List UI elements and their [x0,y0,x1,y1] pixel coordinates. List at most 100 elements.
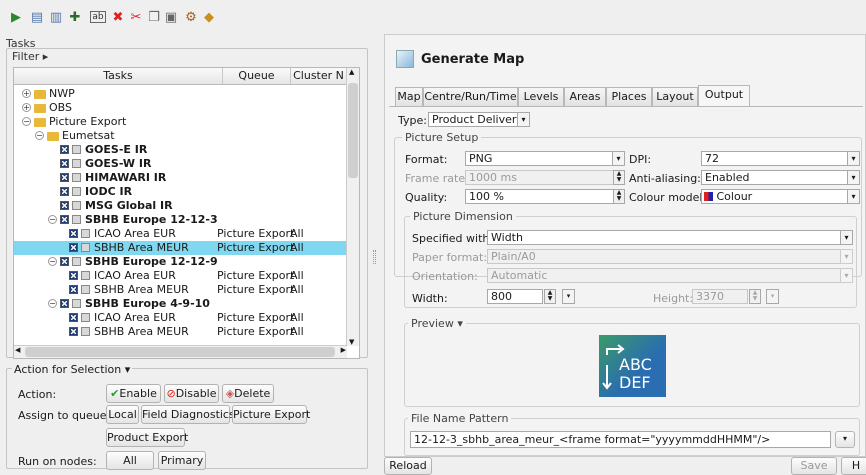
tree-hscrollbar[interactable]: ◀ ▶ [14,345,347,358]
collapse-icon[interactable]: − [48,257,57,266]
rename-icon[interactable]: ab [90,11,106,23]
enabled-checkbox[interactable] [69,285,78,294]
add-task-icon[interactable]: ✚ [67,9,83,25]
scroll-down-icon[interactable]: ▼ [349,338,354,346]
play-icon[interactable]: ▶ [8,9,24,25]
vscroll-thumb[interactable] [348,83,358,178]
reload-button[interactable]: Reload [384,457,432,475]
tree-row[interactable]: IODC IR [14,185,347,199]
tree-row[interactable]: ICAO Area EUR Picture Export All [14,269,347,283]
specified-select[interactable]: Width [487,230,841,245]
tree-row[interactable]: MSG Global IR [14,199,347,213]
filter-toggle[interactable]: Filter ▸ [12,50,48,63]
tools-icon[interactable]: ⚙ [183,9,199,25]
tree-row[interactable]: ICAO Area EUR Picture Export All [14,227,347,241]
filename-menu-button[interactable]: ▾ [835,431,855,448]
tree-row[interactable]: SBHB Area MEUR Picture Export All [14,325,347,339]
format-dropdown-icon[interactable]: ▾ [612,151,625,166]
dpi-select[interactable]: 72 [701,151,848,166]
tab-map[interactable]: Map [395,87,423,106]
scroll-right-icon[interactable]: ▶ [341,346,346,354]
queue-picture-export-button[interactable]: Picture Export [232,405,310,424]
quality-input[interactable]: 100 % [465,189,614,204]
node-all-button[interactable]: All [106,451,154,470]
expand-icon[interactable]: + [22,89,31,98]
quality-spinner-icon[interactable]: ▲ ▼ [613,189,625,204]
antialias-select[interactable]: Enabled [701,170,848,185]
enabled-checkbox[interactable] [60,299,69,308]
enabled-checkbox[interactable] [60,257,69,266]
action-title[interactable]: Action for Selection ▾ [12,363,133,376]
tasks-tree[interactable]: Tasks Queue Cluster N + NWP + OBS − Picture E… [13,67,360,359]
tree-row[interactable]: GOES-E IR [14,143,347,157]
collapse-icon[interactable]: − [35,131,44,140]
scroll-up-icon[interactable]: ▲ [349,68,354,76]
paper-dropdown-icon[interactable]: ▾ [840,249,853,264]
tree-row[interactable]: ICAO Area EUR Picture Export All [14,311,347,325]
enabled-checkbox[interactable] [69,327,78,336]
height-unit-dropdown-icon[interactable]: ▾ [766,289,779,304]
enabled-checkbox[interactable] [69,243,78,252]
h-button[interactable]: H [841,457,866,475]
enabled-checkbox[interactable] [60,159,69,168]
enabled-checkbox[interactable] [69,229,78,238]
framerate-input[interactable]: 1000 ms [465,170,614,185]
enable-button[interactable]: ✔Enable [106,384,161,403]
tree-row[interactable]: SBHB Area MEUR Picture Export All [14,283,347,297]
tree-row[interactable]: GOES-W IR [14,157,347,171]
package-icon[interactable]: ◆ [201,9,217,25]
enabled-checkbox[interactable] [60,173,69,182]
task-list-icon[interactable]: ▤ [29,9,45,25]
width-unit-dropdown-icon[interactable]: ▾ [562,289,575,304]
enabled-checkbox[interactable] [60,215,69,224]
tree-row[interactable]: − SBHB Europe 12-12-3 [14,213,347,227]
splitter-handle[interactable] [373,250,376,264]
tab-levels[interactable]: Levels [518,87,564,106]
col-tasks[interactable]: Tasks [14,68,223,84]
enabled-checkbox[interactable] [60,187,69,196]
orientation-dropdown-icon[interactable]: ▾ [840,268,853,283]
enabled-checkbox[interactable] [60,145,69,154]
filename-input[interactable]: 12-12-3_sbhb_area_meur_<frame format="yy… [410,431,831,448]
width-spinner-icon[interactable]: ▲ ▼ [544,289,556,304]
tree-row[interactable]: − SBHB Europe 12-12-9 [14,255,347,269]
tree-row[interactable]: − Picture Export [14,115,347,129]
copy-icon[interactable]: ❐ [146,9,162,25]
tree-row[interactable]: HIMAWARI IR [14,171,347,185]
preview-toggle[interactable]: Preview ▾ [408,317,466,330]
collapse-icon[interactable]: − [48,215,57,224]
hscroll-thumb[interactable] [25,347,335,357]
enabled-checkbox[interactable] [60,201,69,210]
tree-row[interactable]: − SBHB Europe 4-9-10 [14,297,347,311]
type-select[interactable]: Product Delivery [428,112,518,127]
delete-button[interactable]: ◈Delete [222,384,274,403]
colour-select[interactable]: Colour [701,189,848,204]
format-select[interactable]: PNG [465,151,613,166]
width-input[interactable]: 800 [487,289,543,304]
disable-button[interactable]: ⊘Disable [164,384,219,403]
collapse-icon[interactable]: − [22,117,31,126]
node-primary-button[interactable]: Primary [158,451,206,470]
queue-field-diagnostics-button[interactable]: Field Diagnostics [141,405,235,424]
antialias-dropdown-icon[interactable]: ▾ [847,170,860,185]
tree-vscrollbar[interactable]: ▲ ▼ [346,68,359,346]
expand-icon[interactable]: + [22,103,31,112]
collapse-icon[interactable]: − [48,299,57,308]
delete-icon[interactable]: ✖ [110,9,126,25]
tab-areas[interactable]: Areas [564,87,606,106]
height-input[interactable]: 3370 [692,289,748,304]
tree-row[interactable]: + NWP [14,87,347,101]
cut-icon[interactable]: ✂ [128,9,144,25]
col-queue[interactable]: Queue [223,68,291,84]
tree-icon[interactable]: ▥ [48,9,64,25]
col-cluster[interactable]: Cluster N [291,68,347,84]
queue-local-button[interactable]: Local [106,405,139,424]
queue-product-export-button[interactable]: Product Export [106,428,188,447]
tree-row[interactable]: + OBS [14,101,347,115]
scroll-left-icon[interactable]: ◀ [15,346,20,354]
tab-output[interactable]: Output [698,85,750,106]
colour-dropdown-icon[interactable]: ▾ [847,189,860,204]
tab-centre-run-time[interactable]: Centre/Run/Time [423,87,518,106]
framerate-spinner-icon[interactable]: ▲ ▼ [613,170,625,185]
tab-places[interactable]: Places [606,87,652,106]
